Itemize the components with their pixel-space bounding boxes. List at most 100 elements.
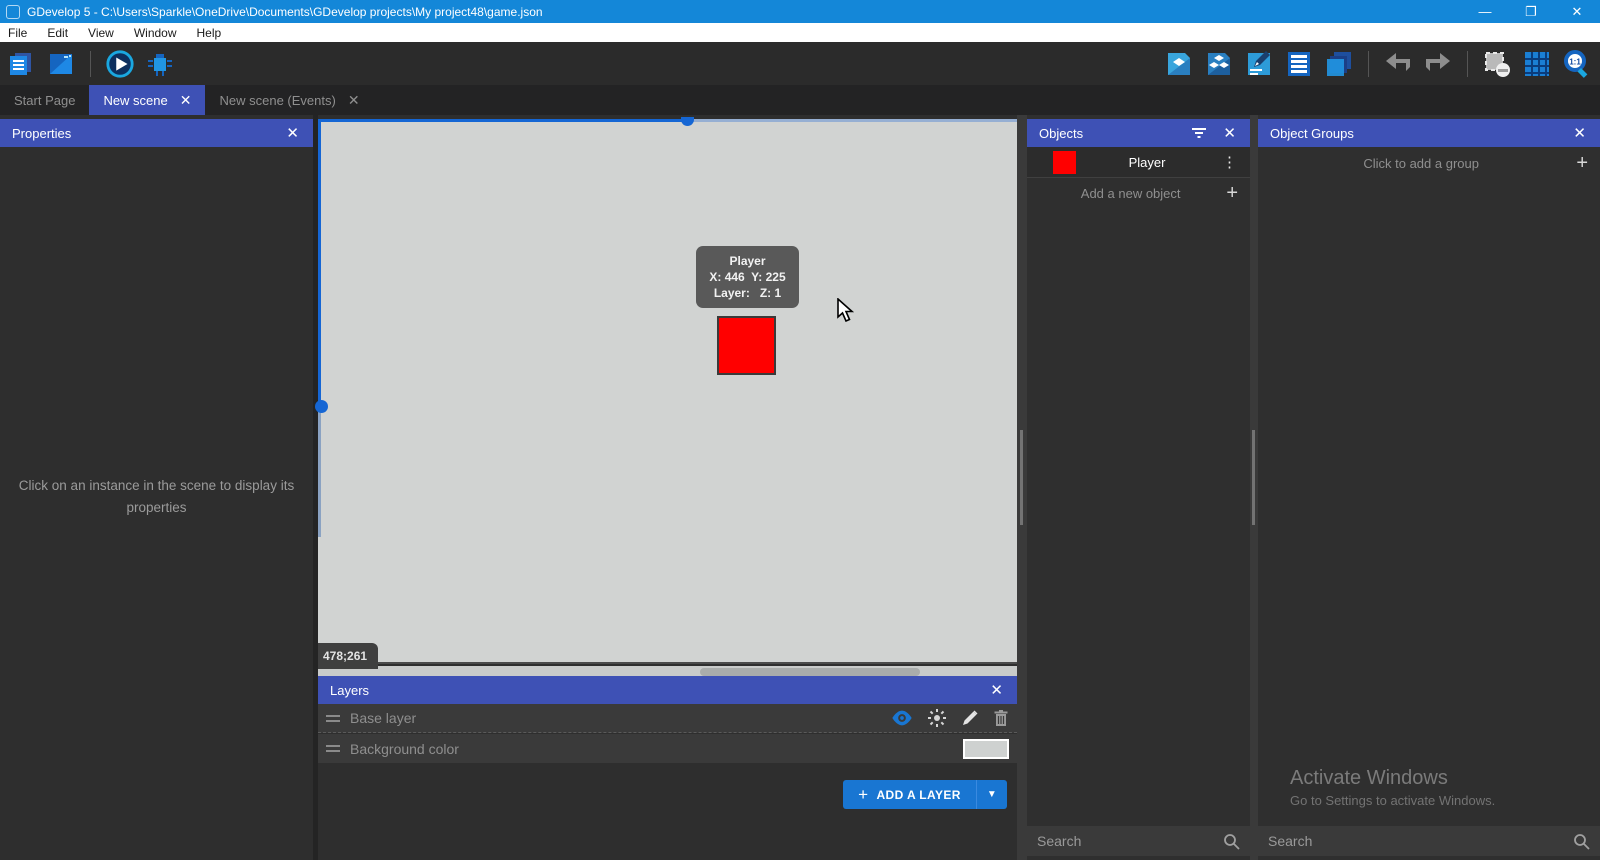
menu-view[interactable]: View (78, 23, 124, 42)
menubar: File Edit View Window Help (0, 23, 1600, 42)
object-groups-search (1258, 826, 1600, 856)
svg-text:1:1: 1:1 (1569, 57, 1581, 66)
app-icon (6, 5, 20, 19)
redo-icon[interactable] (1423, 49, 1453, 79)
edit-pencil-icon[interactable] (961, 709, 979, 727)
start-page-icon[interactable] (46, 49, 76, 79)
layer-row-background-color[interactable]: Background color (318, 734, 1017, 763)
objects-scrollbar-thumb[interactable] (1020, 430, 1023, 525)
layer-row-base[interactable]: Base layer (318, 704, 1017, 733)
toolbar-separator (1467, 51, 1468, 77)
scene-canvas[interactable]: Player X: 446 Y: 225 Layer: Z: 1 (318, 119, 1017, 664)
layers-panel-body: + ADD A LAYER ▼ (318, 764, 1017, 860)
delete-trash-icon[interactable] (993, 709, 1009, 727)
layers-title: Layers (330, 683, 369, 698)
main-area: Properties ✕ Click on an instance in the… (0, 115, 1600, 860)
tab-new-scene-events[interactable]: New scene (Events) ✕ (205, 85, 373, 115)
objects-panel: Objects ✕ Player ⋮ Add a new object + (1027, 115, 1250, 860)
objects-search-input[interactable] (1037, 833, 1223, 849)
kebab-menu-icon[interactable]: ⋮ (1218, 153, 1242, 171)
tab-start-page[interactable]: Start Page (0, 85, 89, 115)
preview-play-icon[interactable] (105, 49, 135, 79)
undo-icon[interactable] (1383, 49, 1413, 79)
add-layer-button[interactable]: + ADD A LAYER ▼ (843, 780, 1007, 809)
titlebar[interactable]: GDevelop 5 - C:\Users\Sparkle\OneDrive\D… (0, 0, 1600, 23)
horizontal-scroll-indicator[interactable] (318, 119, 1017, 122)
objects-header: Objects ✕ (1027, 119, 1250, 147)
panel-divider (1250, 115, 1258, 860)
groups-scrollbar-thumb[interactable] (1252, 430, 1255, 525)
debug-icon[interactable] (145, 49, 175, 79)
layer-name: Base layer (350, 710, 416, 726)
deselect-icon[interactable] (1482, 49, 1512, 79)
instance-tooltip: Player X: 446 Y: 225 Layer: Z: 1 (696, 246, 799, 308)
objects-title: Objects (1039, 126, 1083, 141)
vertical-scroll-indicator[interactable] (318, 119, 321, 662)
filter-icon[interactable] (1191, 127, 1207, 139)
close-icon[interactable]: ✕ (1571, 124, 1588, 142)
drag-handle-icon[interactable] (326, 715, 340, 722)
properties-title: Properties (12, 126, 71, 141)
add-object-row[interactable]: Add a new object + (1027, 178, 1250, 209)
zoom-original-icon[interactable]: 1:1 (1562, 49, 1592, 79)
object-thumbnail (1053, 151, 1076, 174)
cursor-coordinates-badge: 478;261 (318, 643, 378, 669)
layers-icon[interactable] (1324, 49, 1354, 79)
visibility-eye-icon[interactable] (891, 710, 913, 726)
plus-icon: + (1224, 182, 1240, 205)
project-manager-icon[interactable] (6, 49, 36, 79)
minimize-button[interactable]: — (1462, 0, 1508, 23)
object-groups-title: Object Groups (1270, 126, 1354, 141)
menu-edit[interactable]: Edit (37, 23, 78, 42)
instances-list-icon[interactable] (1284, 49, 1314, 79)
background-color-swatch[interactable] (963, 739, 1009, 759)
object-groups-panel: Object Groups ✕ Click to add a group + A… (1258, 115, 1600, 860)
effects-icon[interactable] (927, 708, 947, 728)
plus-icon: + (1574, 152, 1590, 175)
tooltip-layer: Layer: Z: 1 (714, 285, 781, 301)
canvas-hscrollbar-thumb[interactable] (700, 668, 920, 676)
restore-button[interactable]: ❐ (1508, 0, 1554, 23)
chevron-down-icon[interactable]: ▼ (977, 789, 1007, 800)
mouse-cursor (836, 298, 858, 322)
object-name: Player (1076, 155, 1218, 170)
search-icon (1573, 833, 1590, 850)
tab-close-icon[interactable]: ✕ (348, 92, 360, 109)
player-instance[interactable] (717, 316, 776, 375)
tab-bar: Start Page New scene ✕ New scene (Events… (0, 85, 1600, 115)
scene-editor: Player X: 446 Y: 225 Layer: Z: 1 478;261… (318, 115, 1017, 860)
gdevelop-window: GDevelop 5 - C:\Users\Sparkle\OneDrive\D… (0, 0, 1600, 860)
properties-panel: Properties ✕ Click on an instance in the… (0, 115, 313, 860)
close-button[interactable]: ✕ (1554, 0, 1600, 23)
window-title: GDevelop 5 - C:\Users\Sparkle\OneDrive\D… (27, 5, 543, 19)
layers-header: Layers ✕ (318, 676, 1017, 704)
layer-name: Background color (350, 741, 459, 757)
object-row-player[interactable]: Player ⋮ (1027, 147, 1250, 178)
close-icon[interactable]: ✕ (988, 681, 1005, 699)
toolbar: 1:1 (0, 42, 1600, 85)
menu-help[interactable]: Help (187, 23, 232, 42)
properties-header: Properties ✕ (0, 119, 313, 147)
grid-icon[interactable] (1522, 49, 1552, 79)
properties-empty-message: Click on an instance in the scene to dis… (0, 475, 313, 518)
close-icon[interactable]: ✕ (284, 124, 301, 142)
tooltip-object-name: Player (729, 253, 765, 269)
activate-windows-watermark: Activate Windows Go to Settings to activ… (1290, 767, 1495, 808)
add-group-row[interactable]: Click to add a group + (1258, 147, 1600, 180)
tab-new-scene[interactable]: New scene ✕ (89, 85, 205, 115)
close-icon[interactable]: ✕ (1221, 124, 1238, 142)
object-groups-header: Object Groups ✕ (1258, 119, 1600, 147)
object-groups-icon[interactable] (1204, 49, 1234, 79)
panel-divider (1017, 115, 1027, 860)
add-object-icon[interactable] (1164, 49, 1194, 79)
object-groups-search-input[interactable] (1268, 833, 1573, 849)
edit-scene-properties-icon[interactable] (1244, 49, 1274, 79)
menu-window[interactable]: Window (124, 23, 187, 42)
search-icon (1223, 833, 1240, 850)
toolbar-separator (90, 51, 91, 77)
tab-close-icon[interactable]: ✕ (180, 92, 192, 109)
objects-search (1027, 826, 1250, 856)
drag-handle-icon[interactable] (326, 745, 340, 752)
plus-icon: + (858, 785, 868, 805)
menu-file[interactable]: File (0, 23, 37, 42)
